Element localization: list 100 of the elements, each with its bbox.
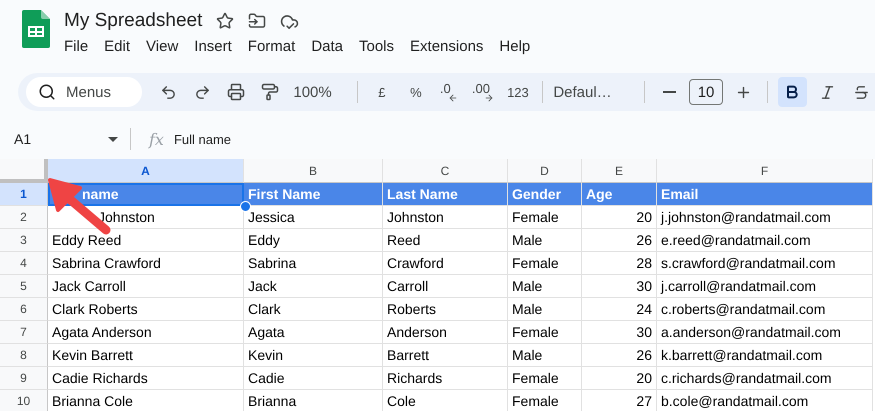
strikethrough-icon [852,84,870,100]
menu-item[interactable]: Extensions [402,36,492,57]
table-cell: 24 [582,298,657,321]
header-cell: Age [582,183,657,206]
fx-label: fx [149,130,164,148]
table-cell: Roberts [383,298,508,321]
decrease-decimal-button[interactable]: .0 [436,77,462,107]
table-cell: Agata Anderson [48,321,244,344]
star-icon[interactable] [216,12,234,30]
redo-icon [194,84,210,100]
table-cell: Barrett [383,344,508,367]
table-cell: Male [508,298,582,321]
menu-item[interactable]: Format [240,36,304,57]
currency-button[interactable]: £ [368,77,396,107]
table-cell: 26 [582,229,657,252]
table-cell: Kevin Barrett [48,344,244,367]
table-cell: Kevin [244,344,383,367]
number-format-button[interactable]: 123 [504,77,532,107]
header-cell: Gender [508,183,582,206]
table-cell: Female [508,252,582,275]
row-header[interactable]: 1 [0,183,48,206]
table-cell: 30 [582,321,657,344]
table-cell: Jack [244,275,383,298]
table-cell: Sabrina [244,252,383,275]
font-size-field[interactable]: 10 [689,79,724,105]
document-title[interactable]: My Spreadsheet [64,10,202,32]
table-cell: a.anderson@randatmail.com [657,321,873,344]
table-cell: Jessica [244,206,383,229]
table-cell: s.crawford@randatmail.com [657,252,873,275]
arrow-right-icon [484,93,494,103]
column-header[interactable]: C [383,159,508,183]
table-cell: 30 [582,275,657,298]
header-cell: Email [657,183,873,206]
table-cell: 20 [582,206,657,229]
menu-item[interactable]: Edit [96,36,138,57]
table-cell: Johnston [383,206,508,229]
minus-icon [662,91,676,93]
table-cell: Clark Roberts [48,298,244,321]
bold-button[interactable] [778,77,807,107]
row-header[interactable]: 3 [0,229,48,252]
menu-item[interactable]: View [138,36,186,57]
table-cell: Female [508,367,582,390]
row-header[interactable]: 10 [0,390,48,411]
font-dropdown[interactable]: Defaul… [552,77,634,107]
menu-item[interactable]: File [56,36,96,57]
table-cell: Anderson [383,321,508,344]
header-cell: First Name [244,183,383,206]
row-header[interactable]: 2 [0,206,48,229]
table-cell: Richards [383,367,508,390]
table-cell: Carroll [383,275,508,298]
search-field[interactable]: Menus [26,77,142,107]
row-header[interactable]: 4 [0,252,48,275]
table-cell: Cadie Richards [48,367,244,390]
table-cell: Male [508,275,582,298]
search-icon [38,83,56,101]
table-cell: c.roberts@randatmail.com [657,298,873,321]
table-cell: Male [508,229,582,252]
move-folder-icon[interactable] [248,12,266,30]
row-header[interactable]: 9 [0,367,48,390]
column-header[interactable]: E [582,159,657,183]
arrow-left-icon [448,93,458,103]
menu-item[interactable]: Data [303,36,351,57]
table-cell: 26 [582,344,657,367]
table-cell: Jack Carroll [48,275,244,298]
table-cell: 20 [582,367,657,390]
column-header[interactable]: A [48,159,244,183]
table-cell: Male [508,344,582,367]
row-header[interactable]: 5 [0,275,48,298]
table-cell: Reed [383,229,508,252]
sheets-logo-icon[interactable] [22,10,50,48]
row-header[interactable]: 8 [0,344,48,367]
table-cell: Clark [244,298,383,321]
table-cell: Sabrina Crawford [48,252,244,275]
table-cell: Eddy Reed [48,229,244,252]
table-cell: Eddy [244,229,383,252]
table-cell: 28 [582,252,657,275]
row-header[interactable]: 7 [0,321,48,344]
bold-icon [784,84,800,100]
table-cell: Female [508,206,582,229]
percent-button[interactable]: % [402,77,430,107]
increase-decimal-button[interactable]: .00 [468,77,498,107]
table-cell: j.johnston@randatmail.com [657,206,873,229]
menu-item[interactable]: Insert [186,36,240,57]
table-cell: j.carroll@randatmail.com [657,275,873,298]
name-box[interactable]: A1 [0,131,126,147]
column-header[interactable]: F [657,159,873,183]
paint-roller-icon [261,83,279,101]
table-cell: Agata [244,321,383,344]
column-header[interactable]: D [508,159,582,183]
table-cell: Female [508,321,582,344]
table-cell: e.reed@randatmail.com [657,229,873,252]
formula-value[interactable]: Full name [174,132,232,146]
menu-item[interactable]: Help [491,36,538,57]
row-header[interactable]: 6 [0,298,48,321]
dropdown-caret-icon [108,136,118,142]
table-cell: k.barrett@randatmail.com [657,344,873,367]
menu-item[interactable]: Tools [351,36,402,57]
header-cell: Last Name [383,183,508,206]
column-header[interactable]: B [244,159,383,183]
zoom-dropdown[interactable]: 100% [290,77,348,107]
